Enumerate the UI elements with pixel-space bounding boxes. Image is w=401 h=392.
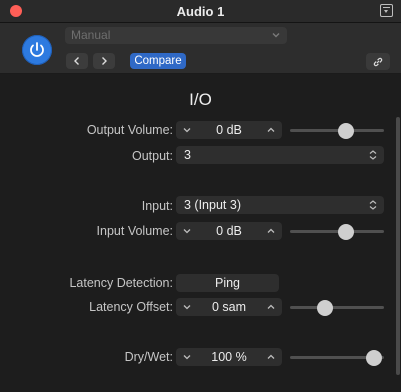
latency-offset-label: Latency Offset: (89, 300, 173, 314)
chevron-up-icon[interactable] (266, 226, 276, 236)
compare-button[interactable]: Compare (130, 53, 186, 69)
next-preset-button[interactable] (93, 53, 115, 69)
power-button[interactable] (22, 35, 52, 65)
input-label: Input: (141, 199, 173, 213)
scrollbar[interactable] (396, 117, 400, 375)
output-select[interactable]: 3 (176, 146, 384, 164)
dry-wet-slider[interactable] (290, 349, 384, 366)
power-icon (30, 42, 44, 57)
latency-offset-stepper[interactable]: 0 sam (176, 298, 282, 316)
latency-detection-label: Latency Detection: (69, 276, 173, 290)
input-select[interactable]: 3 (Input 3) (176, 196, 384, 214)
output-volume-stepper[interactable]: 0 dB (176, 121, 282, 139)
window-title: Audio 1 (176, 4, 225, 19)
dry-wet-stepper[interactable]: 100 % (176, 348, 282, 366)
dry-wet-slider-knob[interactable] (366, 349, 383, 366)
previous-preset-button[interactable] (66, 53, 88, 69)
expand-icon[interactable] (380, 4, 393, 17)
output-volume-slider-knob[interactable] (338, 122, 355, 139)
output-label: Output: (132, 149, 173, 163)
latency-offset-slider[interactable] (290, 299, 384, 316)
section-title: I/O (189, 90, 212, 109)
chevron-up-icon[interactable] (266, 125, 276, 135)
latency-offset-slider-knob[interactable] (316, 299, 333, 316)
chevron-down-icon[interactable] (182, 226, 192, 236)
dry-wet-label: Dry/Wet: (124, 350, 173, 364)
input-volume-stepper[interactable]: 0 dB (176, 222, 282, 240)
select-updown-icon (369, 150, 377, 160)
ping-button[interactable]: Ping (176, 274, 279, 292)
chevron-up-icon[interactable] (266, 302, 276, 312)
output-volume-label: Output Volume: (86, 123, 173, 137)
input-value: 3 (Input 3) (184, 198, 241, 212)
input-volume-slider[interactable] (290, 223, 384, 240)
chevron-down-icon[interactable] (182, 302, 192, 312)
link-button[interactable] (366, 53, 390, 70)
chevron-down-icon[interactable] (182, 125, 192, 135)
chevron-down-icon (272, 33, 280, 38)
latency-offset-value: 0 sam (211, 300, 247, 314)
chevron-up-icon[interactable] (266, 352, 276, 362)
link-icon (373, 57, 383, 67)
input-volume-slider-knob[interactable] (338, 223, 355, 240)
title-bar: Audio 1 (0, 0, 401, 23)
preset-label: Manual (71, 28, 111, 42)
output-value: 3 (184, 148, 191, 162)
chevron-left-icon (74, 57, 79, 65)
chevron-right-icon (102, 57, 107, 65)
input-volume-label: Input Volume: (96, 224, 173, 238)
dry-wet-value: 100 % (211, 350, 247, 364)
output-volume-slider[interactable] (290, 122, 384, 139)
chevron-down-icon[interactable] (182, 352, 192, 362)
select-updown-icon (369, 200, 377, 210)
input-volume-value: 0 dB (216, 224, 242, 238)
output-volume-value: 0 dB (216, 123, 242, 137)
preset-dropdown[interactable]: Manual (65, 27, 287, 44)
